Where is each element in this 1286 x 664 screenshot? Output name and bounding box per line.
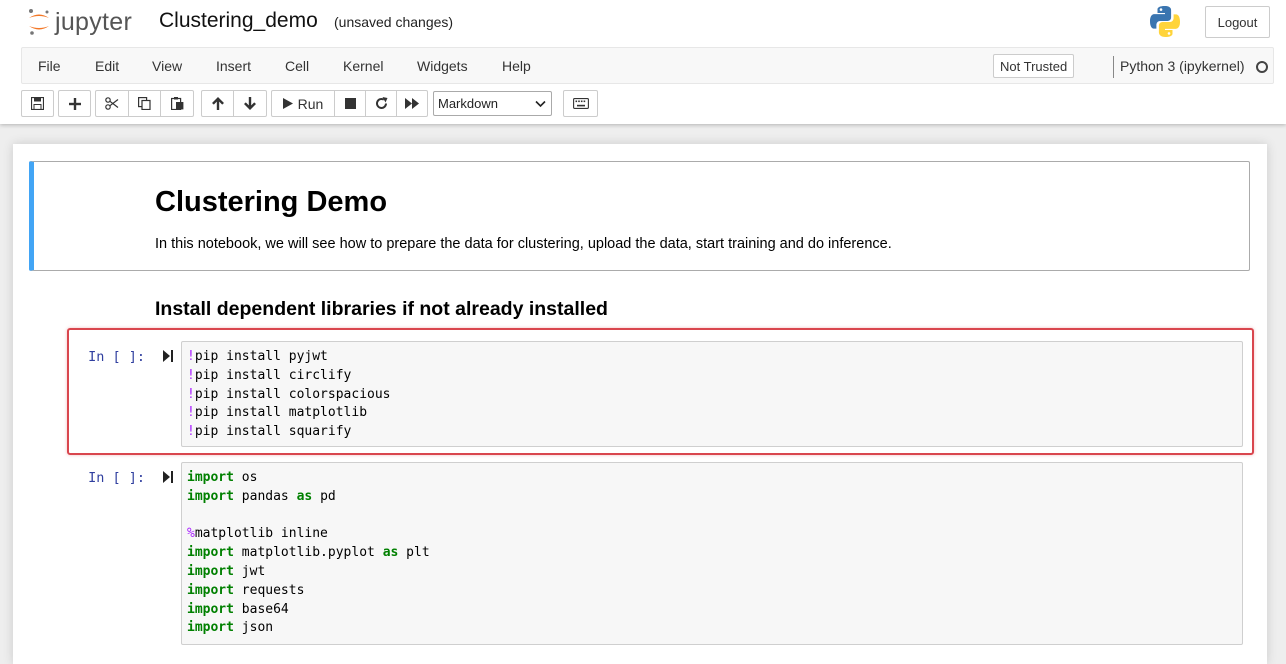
arrow-up-icon	[211, 97, 224, 110]
code-input-area[interactable]: import os import pandas as pd %matplotli…	[181, 462, 1243, 645]
restart-button[interactable]	[365, 90, 397, 117]
kernel-idle-indicator-icon	[1256, 61, 1268, 73]
trust-status-button[interactable]: Not Trusted	[993, 54, 1075, 78]
code-line: import base64	[187, 601, 289, 617]
notebook-name[interactable]: Clustering_demo	[159, 9, 318, 33]
python-logo-icon	[1150, 6, 1180, 37]
save-icon	[31, 97, 44, 110]
keyboard-icon	[572, 98, 589, 109]
cut-button[interactable]	[95, 90, 129, 117]
paste-icon	[170, 97, 183, 110]
scissors-icon	[105, 97, 119, 110]
menu-help[interactable]: Help	[502, 58, 531, 74]
fast-forward-icon	[405, 98, 419, 109]
markdown-paragraph: In this notebook, we will see how to pre…	[155, 236, 892, 252]
play-icon	[282, 98, 293, 109]
restart-run-all-button[interactable]	[396, 90, 428, 117]
paste-button[interactable]	[160, 90, 194, 117]
code-line: import matplotlib.pyplot as plt	[187, 545, 430, 561]
autosave-status: (unsaved changes)	[334, 14, 454, 30]
move-down-button[interactable]	[233, 90, 267, 117]
move-up-button[interactable]	[201, 90, 234, 117]
run-label: Run	[297, 95, 324, 112]
code-line: import jwt	[187, 563, 266, 579]
copy-icon	[138, 97, 151, 110]
run-button[interactable]: Run	[271, 90, 335, 117]
menu-widgets[interactable]: Widgets	[417, 58, 468, 74]
chevron-down-icon	[535, 100, 546, 108]
menu-view[interactable]: View	[152, 58, 182, 74]
code-line: import os	[187, 470, 258, 485]
save-button[interactable]	[21, 90, 54, 117]
arrow-down-icon	[244, 97, 256, 110]
input-prompt: In [ ]:	[88, 470, 145, 486]
menu-cell[interactable]: Cell	[285, 58, 309, 74]
menubar: File Edit View Insert Cell Kernel Widget…	[21, 47, 1274, 84]
command-palette-button[interactable]	[563, 90, 598, 117]
code-line: %matplotlib inline	[187, 526, 328, 542]
copy-button[interactable]	[128, 90, 161, 117]
interrupt-button[interactable]	[334, 90, 366, 117]
menu-edit[interactable]: Edit	[95, 58, 119, 74]
code-line: import json	[187, 620, 274, 636]
insert-cell-button[interactable]	[58, 90, 91, 117]
markdown-heading[interactable]: Install dependent libraries if not alrea…	[155, 298, 608, 321]
header: jupyter Clustering_demo (unsaved changes…	[0, 0, 1286, 124]
kernel-separator	[1113, 56, 1114, 78]
restart-icon	[375, 97, 387, 109]
menu-kernel[interactable]: Kernel	[343, 58, 383, 74]
cell-type-value: Markdown	[438, 96, 498, 111]
cell-type-select[interactable]: Markdown	[433, 91, 552, 116]
logout-button[interactable]: Logout	[1205, 6, 1270, 38]
menu-insert[interactable]: Insert	[216, 58, 251, 74]
highlight-annotation-box	[67, 328, 1254, 455]
markdown-title: Clustering Demo	[155, 186, 388, 218]
jupyter-logo-text: jupyter	[55, 7, 133, 36]
jupyter-logo[interactable]: jupyter	[26, 6, 132, 38]
menu-file[interactable]: File	[38, 58, 61, 74]
code-line: import pandas as pd	[187, 488, 336, 504]
code-line: import requests	[187, 582, 305, 598]
stop-icon	[344, 98, 356, 109]
kernel-name[interactable]: Python 3 (ipykernel)	[1120, 58, 1245, 74]
jupyter-logo-icon	[29, 9, 49, 35]
run-cell-indicator-icon[interactable]	[163, 471, 174, 483]
plus-icon	[68, 97, 81, 110]
